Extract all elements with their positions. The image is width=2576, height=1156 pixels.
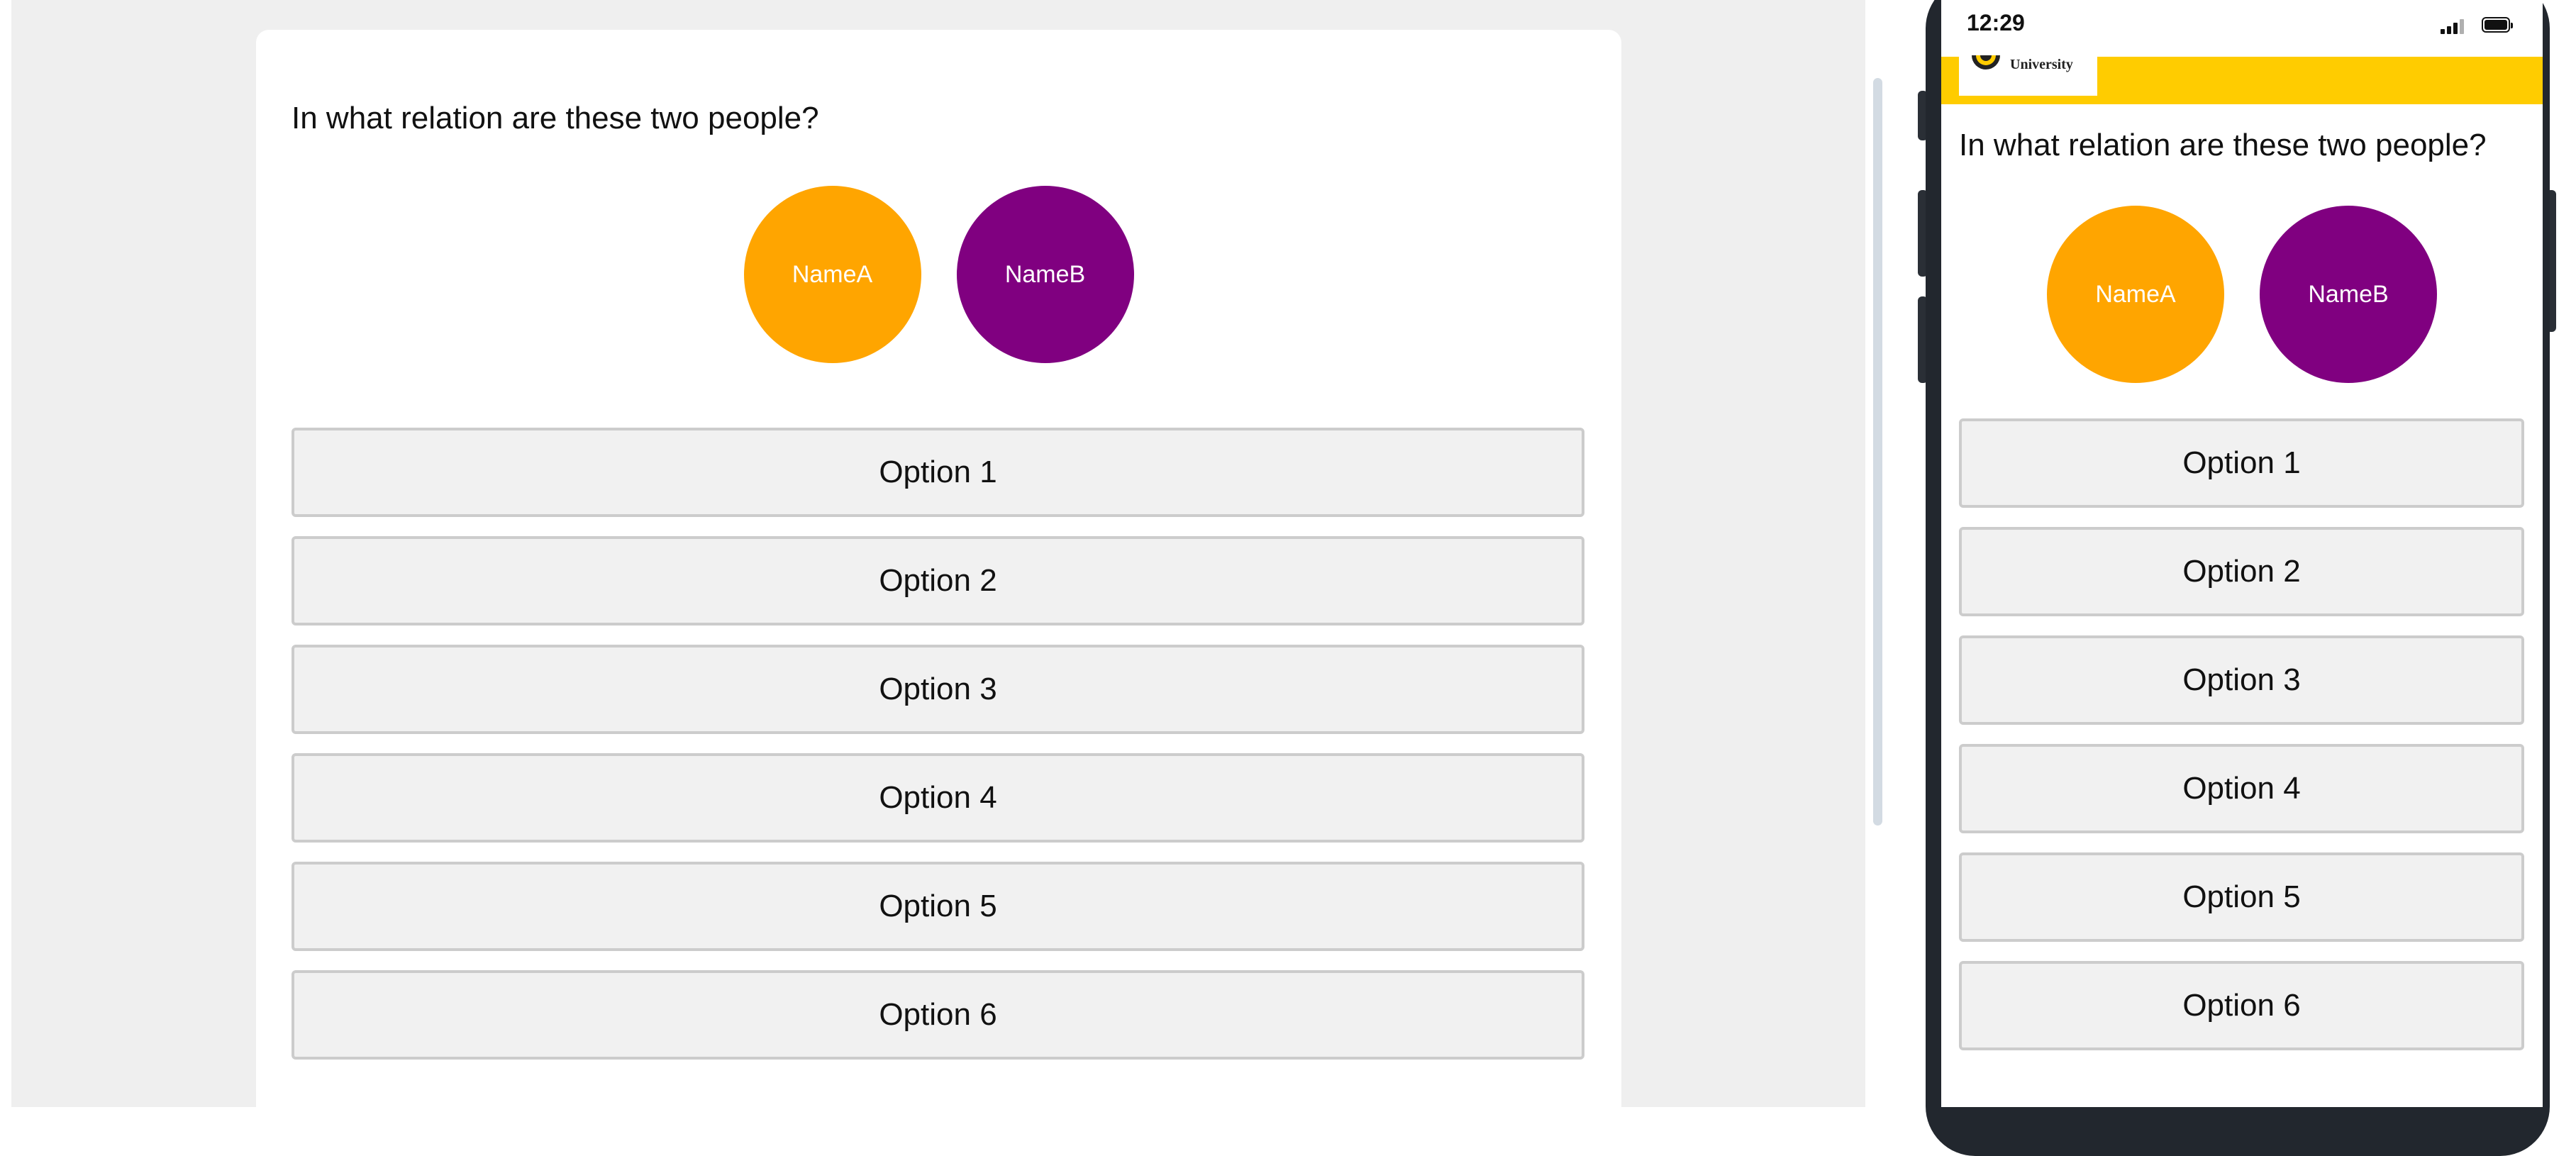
option-6-button[interactable]: Option 6	[292, 970, 1584, 1060]
options-list: Option 1 Option 2 Option 3 Option 4 Opti…	[292, 428, 1584, 1079]
logo-text: University	[2010, 57, 2073, 72]
mobile-option-4-button[interactable]: Option 4	[1959, 744, 2524, 833]
people-circles: NameA NameB	[256, 186, 1621, 363]
sun-logo-icon	[1972, 55, 2000, 70]
battery-icon	[2482, 17, 2513, 33]
person-b-circle: NameB	[956, 186, 1134, 363]
brand-header-band: University	[1941, 55, 2543, 104]
mobile-option-3-button[interactable]: Option 3	[1959, 635, 2524, 725]
option-3-button[interactable]: Option 3	[292, 645, 1584, 734]
mobile-person-b-name: NameB	[2308, 280, 2389, 308]
mobile-people-circles: NameA NameB	[1941, 206, 2543, 383]
mobile-option-6-button[interactable]: Option 6	[1959, 961, 2524, 1050]
person-b-name: NameB	[1004, 260, 1086, 288]
phone-screen: 12:29 University In what relation are th…	[1941, 0, 2543, 1107]
option-1-button[interactable]: Option 1	[292, 428, 1584, 517]
university-logo: University	[1959, 55, 2097, 96]
vertical-scrollbar[interactable]	[1873, 78, 1882, 826]
question-card: In what relation are these two people? N…	[256, 30, 1621, 1136]
mobile-person-a-circle: NameA	[2047, 206, 2224, 383]
question-text: In what relation are these two people?	[292, 101, 819, 135]
option-5-button[interactable]: Option 5	[292, 862, 1584, 951]
mobile-option-2-button[interactable]: Option 2	[1959, 527, 2524, 616]
status-bar: 12:29	[1941, 0, 2543, 55]
mobile-person-a-name: NameA	[2095, 280, 2176, 308]
mobile-option-5-button[interactable]: Option 5	[1959, 852, 2524, 942]
option-4-button[interactable]: Option 4	[292, 753, 1584, 843]
option-2-button[interactable]: Option 2	[292, 536, 1584, 626]
mobile-options-list: Option 1 Option 2 Option 3 Option 4 Opti…	[1959, 418, 2524, 1069]
mobile-question-text: In what relation are these two people?	[1959, 128, 2487, 162]
signal-icon	[2441, 18, 2466, 34]
status-time: 12:29	[1967, 10, 2025, 35]
person-a-circle: NameA	[743, 186, 921, 363]
person-a-name: NameA	[792, 260, 873, 288]
desktop-preview-area: In what relation are these two people? N…	[11, 0, 1865, 1136]
mobile-option-1-button[interactable]: Option 1	[1959, 418, 2524, 508]
mobile-person-b-circle: NameB	[2260, 206, 2437, 383]
